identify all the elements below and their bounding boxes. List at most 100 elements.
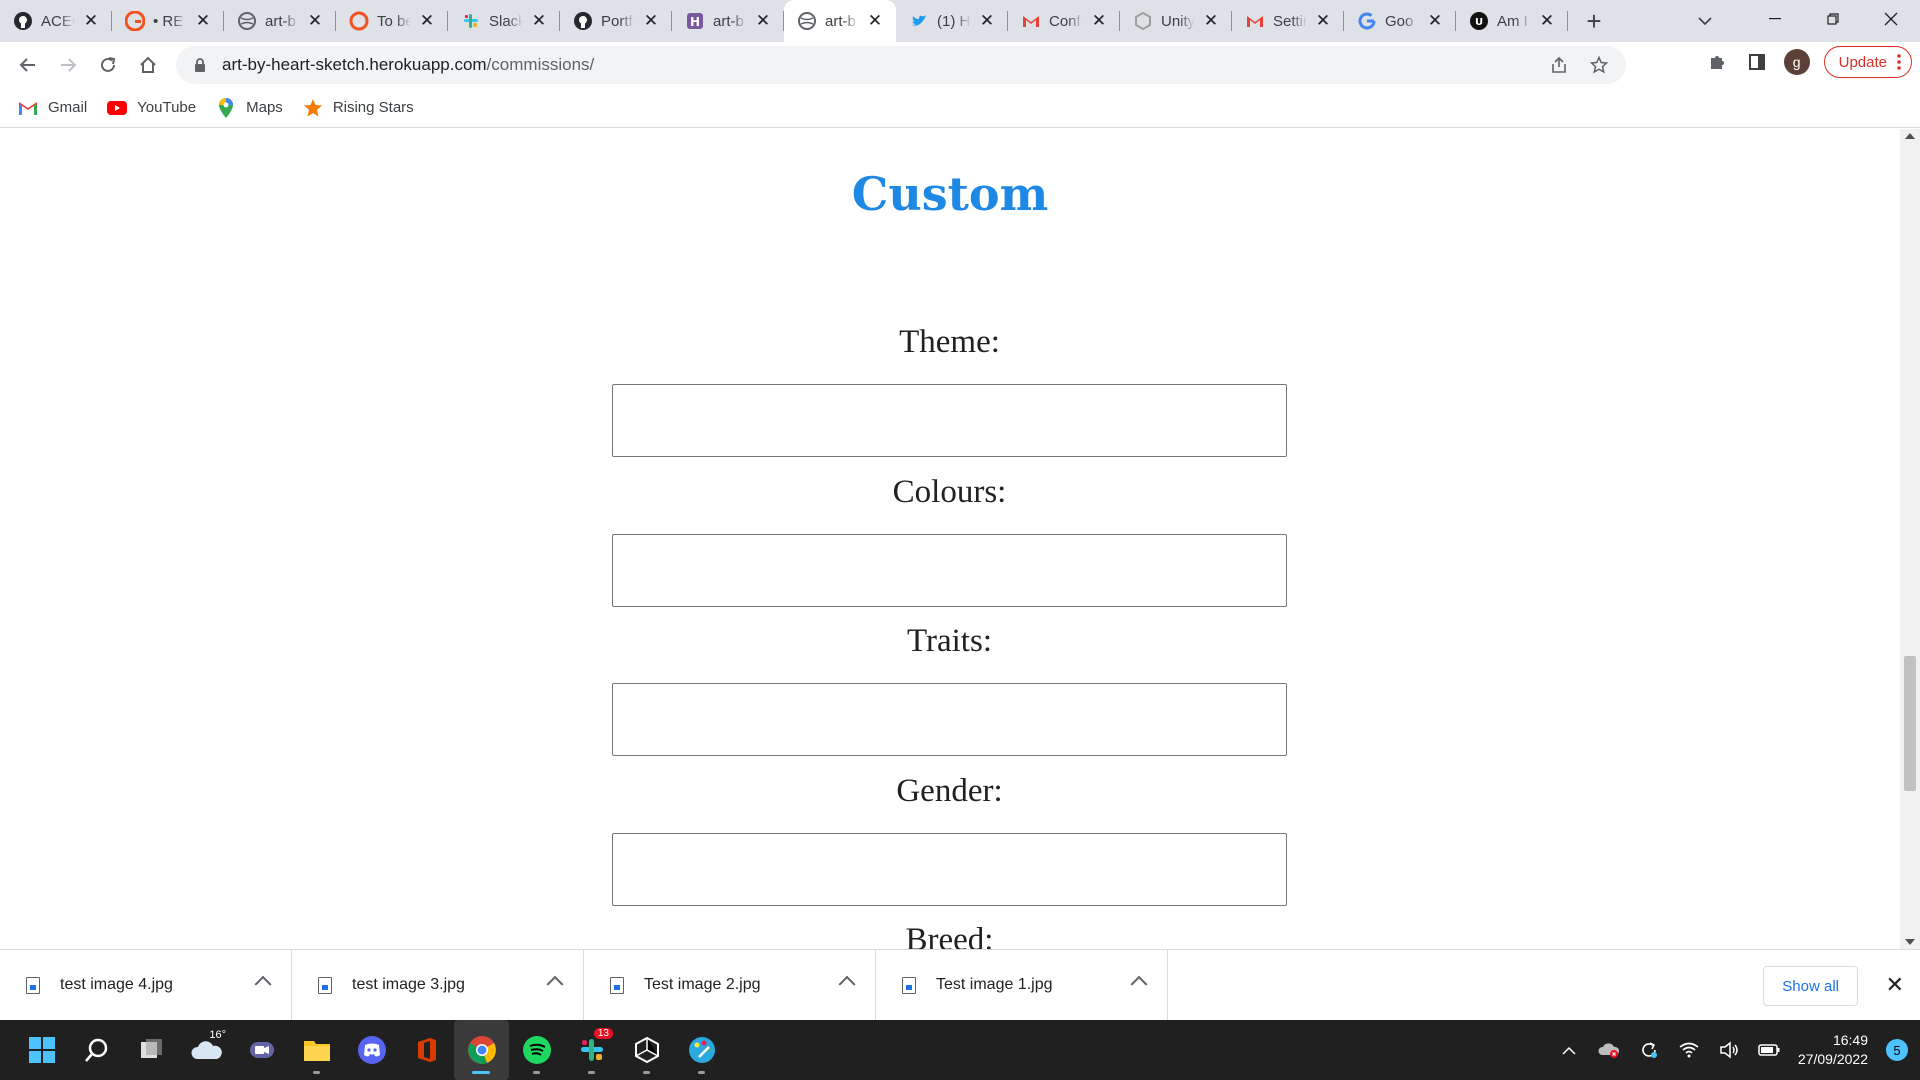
close-icon[interactable]: ✕ [1314,11,1332,30]
extensions-button[interactable] [1704,49,1730,75]
show-hidden-icons-button[interactable] [1558,1039,1580,1061]
windows-logo-icon [28,1037,55,1063]
volume-control[interactable] [1718,1039,1740,1061]
update-button[interactable]: Update [1823,46,1912,78]
browser-tab-strip: ACEC ✕ • RE ✕ art-b ✕ To be ✕ Slack ✕ [0,0,1920,42]
tab-gmail-conf[interactable]: Conf ✕ [1008,0,1120,42]
slack-icon [461,11,481,31]
close-icon[interactable]: ✕ [530,11,548,30]
file-explorer-app[interactable] [289,1020,344,1080]
tab-readme[interactable]: • RE ✕ [112,0,224,42]
close-icon[interactable]: ✕ [1202,11,1220,30]
cloud-error-icon [1598,1043,1620,1058]
tab-art-by-heart-1[interactable]: art-b ✕ [224,0,336,42]
task-view-button[interactable] [124,1020,179,1080]
tab-slack[interactable]: Slack ✕ [448,0,560,42]
forward-arrow-icon [61,58,77,72]
close-icon[interactable]: ✕ [978,11,996,30]
download-filename: Test image 2.jpg [644,976,761,993]
address-bar[interactable]: art-by-heart-sketch.herokuapp.com/commis… [176,46,1626,84]
scroll-down-arrow-icon[interactable] [1905,939,1915,945]
bookmark-gmail[interactable]: Gmail [18,98,87,118]
reload-button[interactable] [88,45,128,85]
close-icon[interactable]: ✕ [1886,972,1904,998]
unity-hub-app[interactable] [619,1020,674,1080]
restore-button[interactable] [1804,0,1862,38]
side-panel-button[interactable] [1744,49,1770,75]
system-clock[interactable]: 16:49 27/09/2022 [1798,1031,1868,1069]
tab-art-by-heart-active[interactable]: art-b ✕ [784,0,896,42]
tab-heroku[interactable]: H art-b ✕ [672,0,784,42]
gender-input[interactable] [612,833,1287,906]
close-icon[interactable]: ✕ [1090,11,1108,30]
bookmark-maps[interactable]: Maps [216,97,283,118]
tab-gmail-settings[interactable]: Settir ✕ [1232,0,1344,42]
scroll-up-arrow-icon[interactable] [1905,133,1915,139]
chevron-up-icon[interactable] [1130,975,1148,993]
tab-google[interactable]: Goo ✕ [1344,0,1456,42]
weather-widget[interactable]: 16° [179,1020,234,1080]
running-indicator [698,1071,705,1074]
download-item[interactable]: Test image 1.jpg [876,949,1168,1021]
tab-search-button[interactable] [1690,6,1720,36]
tab-aceco[interactable]: ACEC ✕ [0,0,112,42]
office-app[interactable] [399,1020,454,1080]
search-icon [84,1038,107,1062]
onedrive-status[interactable] [1598,1039,1620,1061]
paint-app[interactable] [674,1020,729,1080]
close-icon[interactable]: ✕ [1426,11,1444,30]
back-button[interactable] [8,45,48,85]
download-filename: test image 4.jpg [60,976,173,993]
close-icon[interactable]: ✕ [1538,11,1556,30]
show-all-button[interactable]: Show all [1763,966,1858,1006]
tab-twitter[interactable]: (1) H ✕ [896,0,1008,42]
close-icon[interactable]: ✕ [82,11,100,30]
close-icon[interactable]: ✕ [418,11,436,30]
bookmark-rising-stars[interactable]: Rising Stars [303,98,414,118]
tab-title: art-b [825,12,856,30]
download-item[interactable]: test image 3.jpg [292,949,584,1021]
download-item[interactable]: Test image 2.jpg [584,949,876,1021]
bookmark-star-button[interactable] [1588,54,1610,76]
spotify-app[interactable] [509,1020,564,1080]
scrollbar-thumb[interactable] [1904,656,1916,791]
minimize-button[interactable] [1746,0,1804,38]
close-icon[interactable]: ✕ [754,11,772,30]
traits-input[interactable] [612,683,1287,756]
url-text: art-by-heart-sketch.herokuapp.com/commis… [222,55,594,75]
discord-app[interactable] [344,1020,399,1080]
colours-input[interactable] [612,534,1287,607]
tab-unity[interactable]: Unity ✕ [1120,0,1232,42]
spotify-icon [522,1036,551,1064]
chrome-app[interactable] [454,1020,509,1080]
tab-portfolio[interactable]: Portf ✕ [560,0,672,42]
chevron-up-icon[interactable] [254,975,272,993]
wifi-status[interactable] [1678,1039,1700,1061]
tab-to-be[interactable]: To be ✕ [336,0,448,42]
home-button[interactable] [128,45,168,85]
notification-count-badge[interactable]: 5 [1886,1039,1908,1061]
close-icon[interactable]: ✕ [306,11,324,30]
page-scrollbar[interactable] [1900,129,1920,949]
bookmark-youtube[interactable]: YouTube [107,98,196,118]
close-icon[interactable]: ✕ [194,11,212,30]
forward-button[interactable] [48,45,88,85]
search-button[interactable] [69,1020,124,1080]
chevron-up-icon[interactable] [838,975,856,993]
close-icon[interactable]: ✕ [642,11,660,30]
profile-avatar[interactable]: g [1783,49,1810,75]
sync-status[interactable] [1638,1039,1660,1061]
share-button[interactable] [1548,54,1570,76]
download-item[interactable]: test image 4.jpg [0,949,292,1021]
battery-status[interactable] [1758,1039,1780,1061]
start-button[interactable] [14,1020,69,1080]
close-icon[interactable]: ✕ [866,11,884,30]
close-window-button[interactable] [1862,0,1920,38]
tab-am-i[interactable]: U Am I ✕ [1456,0,1568,42]
slack-app[interactable]: 13 [564,1020,619,1080]
new-tab-button[interactable]: + [1574,0,1614,42]
tab-title: Unity [1161,12,1195,30]
theme-input[interactable] [612,384,1287,457]
chevron-up-icon[interactable] [546,975,564,993]
teams-chat-app[interactable] [234,1020,289,1080]
